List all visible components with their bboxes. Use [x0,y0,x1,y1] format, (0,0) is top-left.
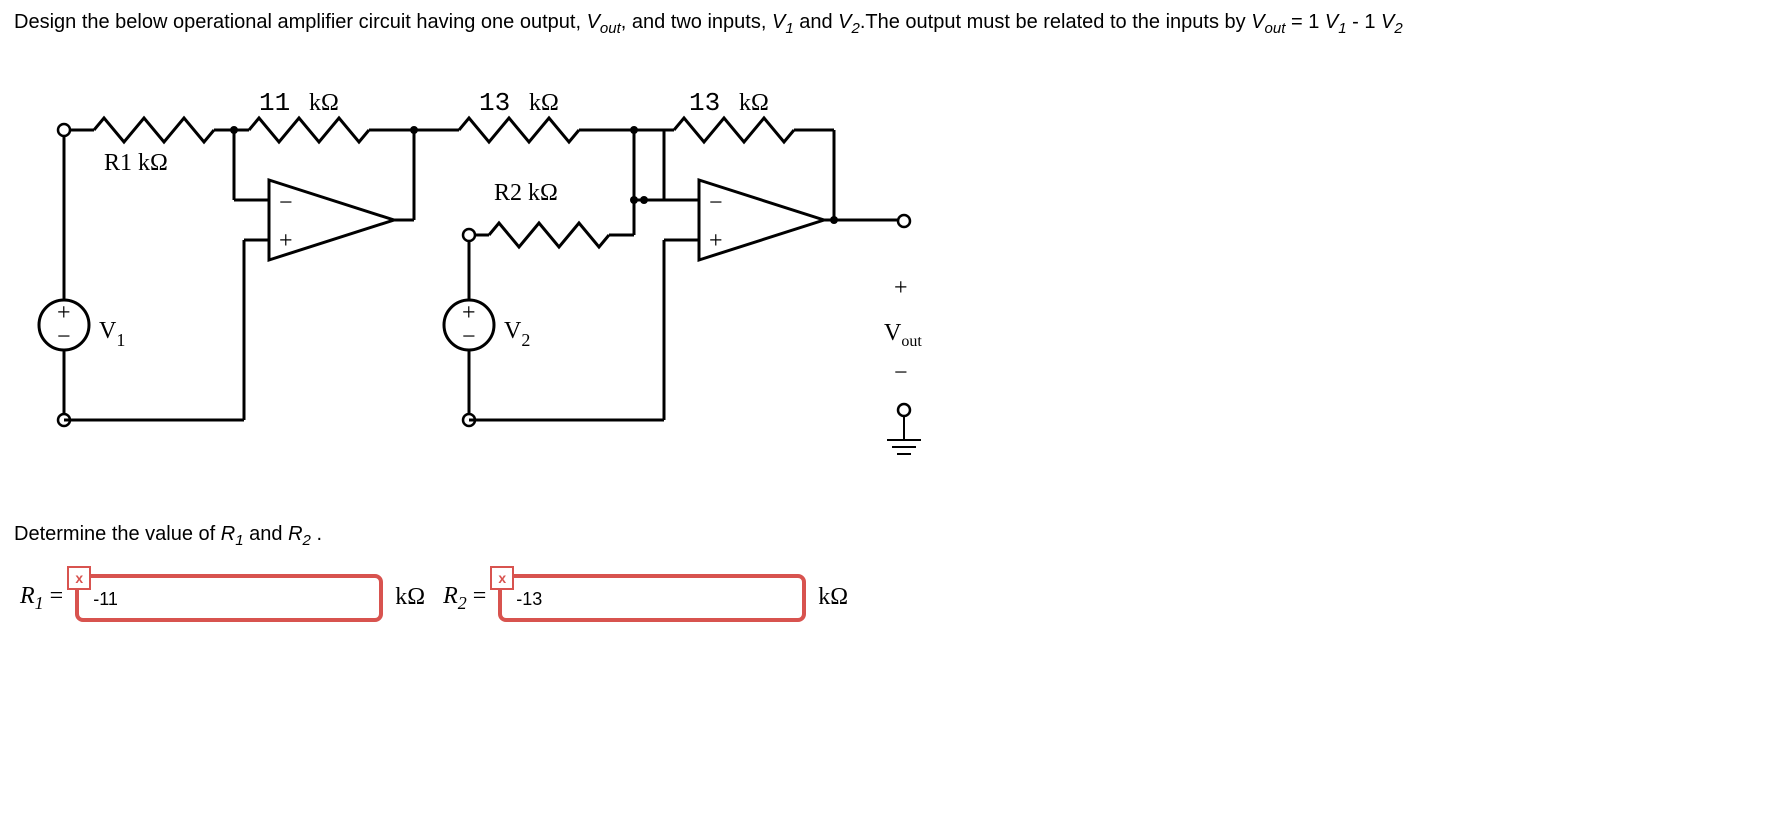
v1-var: V1 [772,11,794,33]
opamp1-minus: − [279,190,293,216]
circuit-diagram: .wire { stroke:#000; stroke-width:3; fil… [34,70,1778,490]
vout-minus: − [894,360,908,386]
opamp2-minus: − [709,190,723,216]
r2-answer-value: -13 [516,586,542,612]
v2-src-minus: − [462,324,476,350]
r2-unit: kΩ [812,580,854,615]
determine-prompt: Determine the value of R1 and R2 . [14,520,1778,552]
opamp2-plus: + [709,228,723,254]
v1-src-minus: − [57,324,71,350]
r-top1-unit: kΩ [309,90,339,116]
vout-label: Vout [884,320,922,350]
r1-unit: kΩ [389,580,431,615]
eq-lhs: Vout [1251,11,1285,33]
eq-minus: - 1 [1352,11,1381,33]
v1-label: V1 [99,318,125,350]
incorrect-icon: x [490,566,514,590]
r2-answer-input[interactable]: x -13 [498,574,806,622]
r-top2-unit: kΩ [529,90,559,116]
v1-src-plus: + [57,300,71,326]
r1-answer-value: -11 [93,586,118,612]
eq-v1: V1 [1325,11,1347,33]
q-part: , and two inputs, [621,11,772,33]
v2-label: V2 [504,318,530,350]
r-top3-unit: kΩ [739,90,769,116]
q-part: .The output must be related to the input… [860,11,1251,33]
r1-label: R1 kΩ [104,150,168,176]
vout-var: Vout [587,11,621,33]
v2-src-plus: + [462,300,476,326]
r2-answer-label: R2 = [437,579,492,616]
answer-row: R1 = x -11 kΩ R2 = x -13 kΩ [14,574,1778,622]
r-top1-val: 11 [259,88,290,118]
vout-plus: + [894,275,908,301]
r-top2-val: 13 [479,88,510,118]
r1-answer-label: R1 = [14,579,69,616]
r2-label: R2 kΩ [494,180,558,206]
v2-var: V2 [838,11,860,33]
q-part: and [794,11,838,33]
eq-v2: V2 [1381,11,1403,33]
r1-answer-input[interactable]: x -11 [75,574,383,622]
question-text: Design the below operational amplifier c… [14,8,1778,40]
eq-mid: = 1 [1291,11,1325,33]
incorrect-icon: x [67,566,91,590]
q-part: Design the below operational amplifier c… [14,11,587,33]
r-top3-val: 13 [689,88,720,118]
opamp1-plus: + [279,228,293,254]
